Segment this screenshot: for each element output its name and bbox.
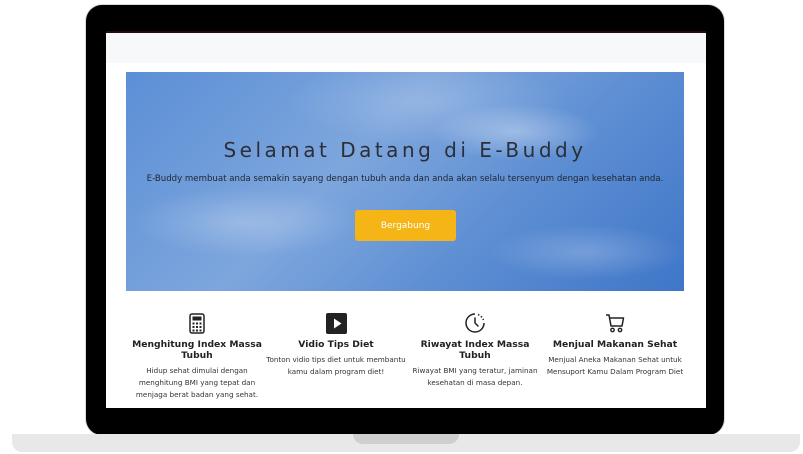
feature-title: Menjual Makanan Sehat [552, 339, 678, 350]
clock-icon [405, 311, 545, 335]
feature-title: Menghitung Index Massa Tubuh [132, 339, 262, 361]
join-button[interactable]: Bergabung [355, 210, 456, 241]
feature-item: Menjual Makanan Sehat Menjual Aneka Maka… [545, 311, 685, 378]
navbar [106, 31, 706, 63]
cart-icon [545, 311, 685, 335]
feature-title: Vidio Tips Diet [298, 339, 374, 350]
hero-subtitle: E-Buddy membuat anda semakin sayang deng… [146, 174, 664, 184]
feature-description: Tonton vidio tips diet untuk membantu ka… [266, 355, 406, 376]
feature-description: Menjual Aneka Makanan Sehat untuk Mensup… [546, 355, 684, 376]
feature-description: Hidup sehat dimulai dengan menghitung BM… [135, 366, 259, 399]
play-icon [266, 311, 406, 335]
feature-item: Riwayat Index Massa Tubuh Riwayat BMI ya… [405, 311, 545, 389]
laptop-notch [353, 434, 459, 444]
feature-item: Menghitung Index Massa Tubuh Hidup sehat… [127, 311, 267, 401]
hero-title: Selamat Datang di E-Buddy [223, 138, 587, 162]
hero-banner: Selamat Datang di E-Buddy E-Buddy membua… [126, 72, 684, 291]
feature-title: Riwayat Index Massa Tubuh [420, 339, 530, 361]
feature-item: Vidio Tips Diet Tonton vidio tips diet u… [266, 311, 406, 378]
calculator-icon [127, 311, 267, 335]
browser-screen: Selamat Datang di E-Buddy E-Buddy membua… [106, 31, 706, 408]
feature-description: Riwayat BMI yang teratur, jaminan keseha… [412, 366, 538, 387]
